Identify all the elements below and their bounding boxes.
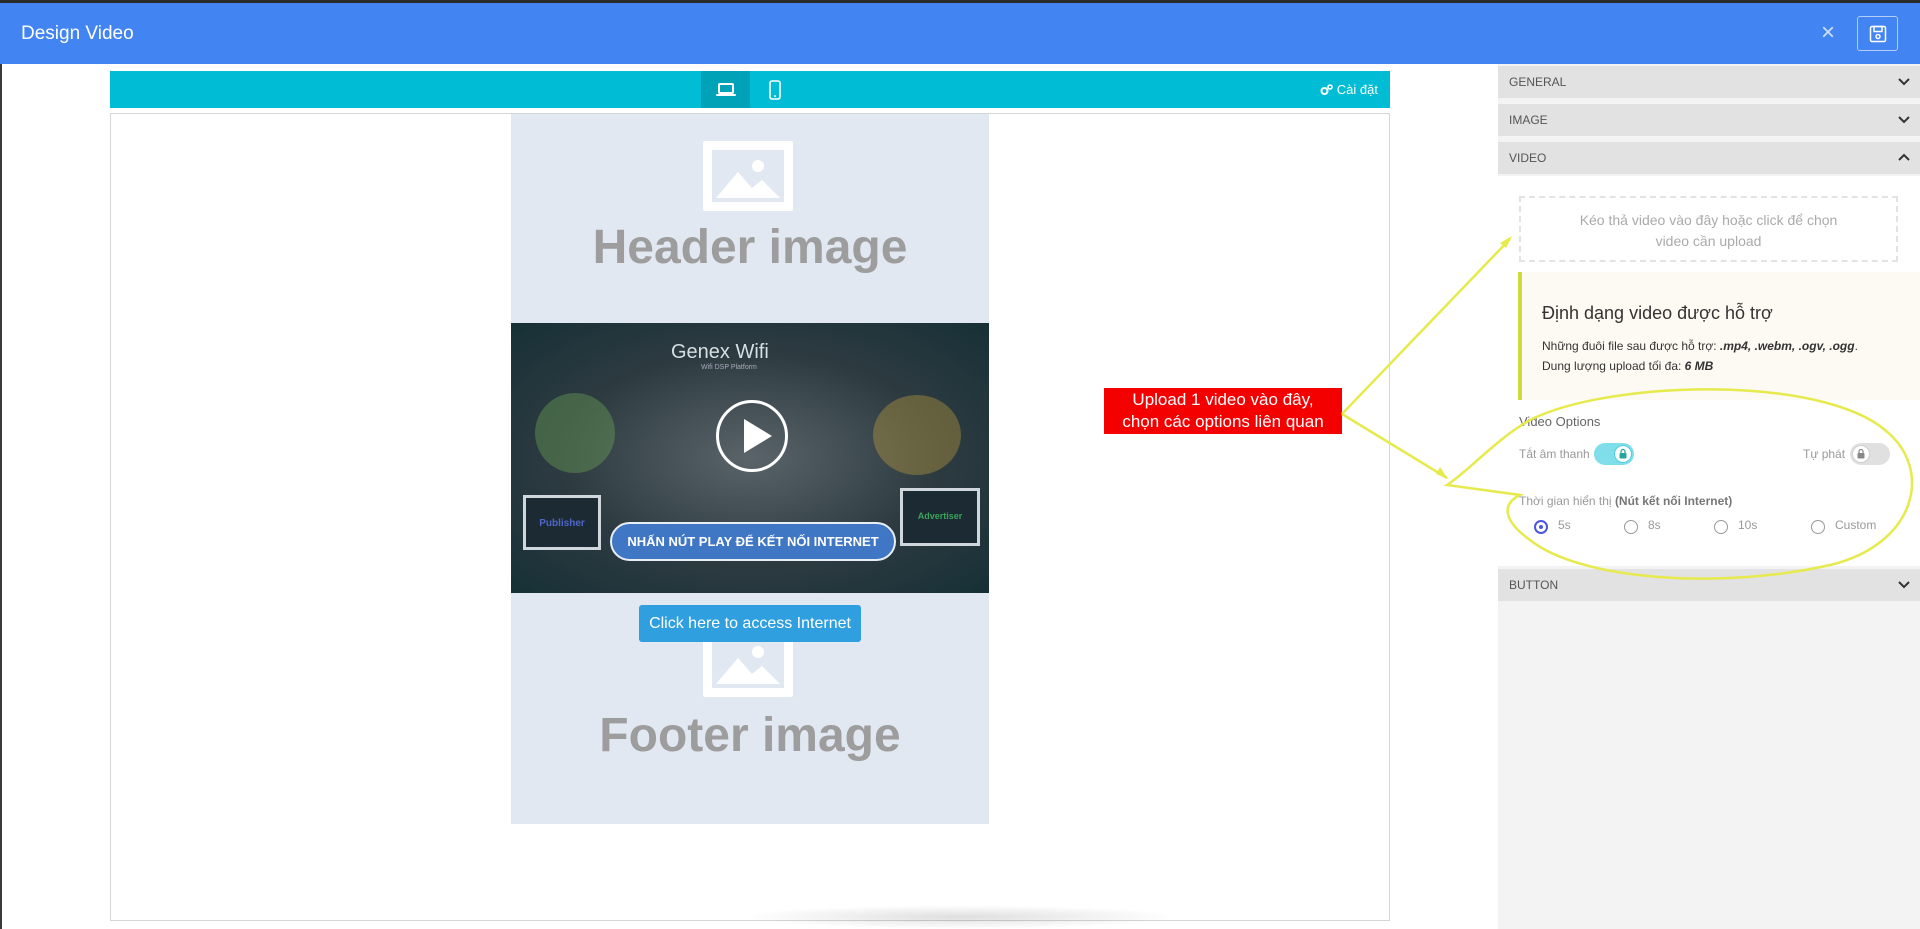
modal-title: Design Video [21,23,134,44]
autoplay-label: Tự phát [1803,447,1846,461]
lock-icon [1619,449,1627,459]
chevron-up-icon [1898,153,1910,161]
play-icon[interactable] [716,400,788,472]
video-logo: Genex Wifi Wifi DSP Platform [671,341,769,371]
modal-header: Design Video × [0,0,1920,64]
mute-toggle[interactable] [1594,443,1634,465]
video-options-label: Video Options [1519,414,1601,429]
mute-label: Tắt âm thanh [1519,447,1590,461]
settings-button[interactable]: Cài đặt [1320,82,1378,97]
header-image-icon [703,141,793,211]
info-max-size: Dung lượng upload tối đa: 6 MB [1542,359,1714,373]
display-time-option-10s[interactable]: 10s [1714,518,1757,534]
laptop-icon [715,82,736,96]
save-button[interactable] [1857,16,1898,51]
video-cta-text: NHẤN NÚT PLAY ĐỂ KẾT NỐI INTERNET [610,522,896,561]
canvas-shadow [740,905,1180,929]
autoplay-toggle[interactable] [1850,443,1890,465]
info-formats: Những đuôi file sau được hỗ trợ: .mp4, .… [1542,339,1858,353]
radio-selected-icon[interactable] [1534,520,1548,534]
window-edge [0,64,2,929]
advertiser-monitor: Advertiser [900,488,980,546]
publisher-monitor: Publisher [523,495,601,550]
save-icon [1869,25,1886,42]
info-title: Định dạng video được hỗ trợ [1542,303,1773,323]
annotation-callout: Upload 1 video vào đây, chọn các options… [1104,388,1342,434]
close-icon[interactable]: × [1821,21,1835,45]
chevron-down-icon [1898,78,1910,86]
display-time-label: Thời gian hiển thị (Nút kết nối Internet… [1519,494,1733,508]
video-upload-dropzone[interactable]: Kéo thả video vào đây hoặc click để chọn… [1519,196,1898,262]
section-button[interactable]: BUTTON [1498,569,1920,601]
gears-icon [1320,83,1333,95]
display-time-option-8s[interactable]: 8s [1624,518,1661,534]
chevron-down-icon [1898,581,1910,589]
radio-icon[interactable] [1811,520,1825,534]
radio-icon[interactable] [1714,520,1728,534]
decor-bubbles-left [535,393,615,473]
supported-formats-info: Định dạng video được hỗ trợ Những đuôi f… [1518,272,1920,400]
settings-label: Cài đặt [1336,82,1378,97]
lock-icon [1857,449,1865,459]
mobile-icon [768,79,781,100]
chevron-down-icon [1898,116,1910,124]
decor-bubbles-right [873,395,961,475]
desktop-view-button[interactable] [701,71,750,108]
display-time-option-custom[interactable]: Custom [1811,518,1876,534]
video-preview[interactable]: Publisher Advertiser Genex Wifi Wifi DSP… [511,323,989,593]
editor-toolbar: Cài đặt [110,71,1390,108]
access-internet-button[interactable]: Click here to access Internet [639,605,861,642]
mobile-view-button[interactable] [750,71,799,108]
section-general[interactable]: GENERAL [1498,66,1920,98]
footer-image-placeholder: Footer image [599,709,901,762]
section-image[interactable]: IMAGE [1498,104,1920,136]
radio-icon[interactable] [1624,520,1638,534]
header-image-placeholder: Header image [592,221,908,274]
display-time-option-5s[interactable]: 5s [1534,518,1571,534]
section-video[interactable]: VIDEO [1498,142,1920,174]
